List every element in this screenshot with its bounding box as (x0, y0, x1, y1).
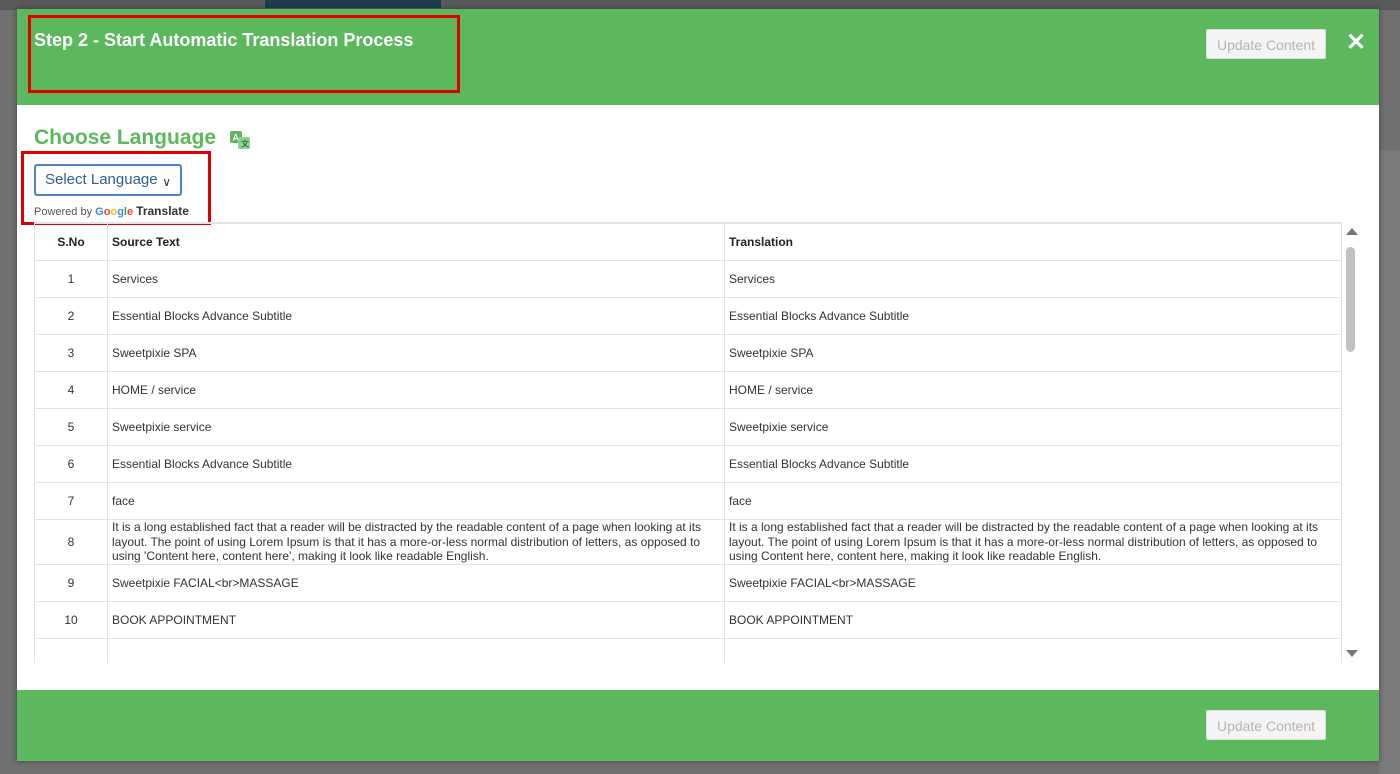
google-logo: Google (95, 206, 134, 218)
cell-sno: 5 (34, 408, 108, 446)
update-content-button-bottom[interactable]: Update Content (1206, 710, 1326, 740)
cell-source: Sweetpixie FACIAL<br>MASSAGE (107, 563, 725, 602)
chevron-down-icon: ∨ (162, 175, 171, 189)
select-language-label: Select Language (45, 171, 158, 188)
cell-sno: 7 (34, 482, 108, 520)
choose-language-title: Choose Language (34, 126, 217, 149)
powered-by-prefix: Powered by (34, 206, 93, 218)
cell-translation[interactable]: BOOK APPOINTMENT (724, 600, 1342, 639)
cell-source: HOME / service (107, 371, 725, 409)
table-row: 10 BOOK APPOINTMENT BOOK APPOINTMENT (34, 600, 1342, 639)
cell-sno-empty (34, 637, 108, 663)
cell-sno: 4 (34, 371, 108, 409)
cell-source: It is a long established fact that a rea… (107, 519, 725, 565)
background-tab (265, 0, 441, 8)
cell-sno: 3 (34, 334, 108, 372)
table-row: 4 HOME / service HOME / service (34, 371, 1342, 409)
cell-source: Essential Blocks Advance Subtitle (107, 297, 725, 335)
cell-source: Essential Blocks Advance Subtitle (107, 445, 725, 483)
table-row: 5 Sweetpixie service Sweetpixie service (34, 408, 1342, 446)
close-icon[interactable]: ✕ (1345, 31, 1367, 55)
table-row: 3 Sweetpixie SPA Sweetpixie SPA (34, 334, 1342, 372)
table-header-row: S.No Source Text Translation (34, 223, 1342, 261)
svg-text:A: A (233, 133, 240, 143)
table-row-partial (34, 637, 1342, 663)
table-scrollbar[interactable] (1344, 223, 1358, 661)
table-row: 7 face face (34, 482, 1342, 520)
cell-translation[interactable]: Sweetpixie service (724, 408, 1342, 446)
modal-header: Step 2 - Start Automatic Translation Pro… (17, 9, 1379, 105)
cell-sno: 8 (34, 519, 108, 565)
powered-by-google: Powered by Google Translate (34, 204, 189, 218)
cell-sno: 6 (34, 445, 108, 483)
cell-translation-empty (724, 637, 1342, 663)
cell-source: Sweetpixie service (107, 408, 725, 446)
cell-translation[interactable]: Sweetpixie FACIAL<br>MASSAGE (724, 563, 1342, 602)
cell-source: face (107, 482, 725, 520)
translation-modal: Step 2 - Start Automatic Translation Pro… (17, 9, 1379, 761)
cell-translation[interactable]: Sweetpixie SPA (724, 334, 1342, 372)
select-language-dropdown[interactable]: Select Language ∨ (34, 164, 182, 196)
table-row: 1 Services Services (34, 260, 1342, 298)
translation-table-container[interactable]: S.No Source Text Translation 1 Services Se… (34, 222, 1342, 663)
scroll-up-arrow-icon[interactable] (1346, 228, 1358, 235)
update-content-button-top[interactable]: Update Content (1206, 29, 1326, 59)
cell-source: Sweetpixie SPA (107, 334, 725, 372)
cell-translation[interactable]: Essential Blocks Advance Subtitle (724, 445, 1342, 483)
cell-sno: 2 (34, 297, 108, 335)
translation-table: S.No Source Text Translation 1 Services Se… (34, 223, 1342, 663)
modal-footer: Update Content (17, 690, 1379, 761)
svg-text:文: 文 (241, 139, 250, 149)
cell-sno: 1 (34, 260, 108, 298)
table-row: 8 It is a long established fact that a re… (34, 519, 1342, 565)
table-row: 2 Essential Blocks Advance Subtitle Essent… (34, 297, 1342, 335)
cell-translation[interactable]: Services (724, 260, 1342, 298)
header-sno: S.No (34, 223, 108, 261)
cell-translation[interactable]: face (724, 482, 1342, 520)
cell-sno: 9 (34, 563, 108, 602)
cell-source-empty (107, 637, 725, 663)
table-row: 9 Sweetpixie FACIAL<br>MASSAGE Sweetpixie … (34, 563, 1342, 602)
scroll-thumb[interactable] (1346, 247, 1355, 352)
cell-source: BOOK APPOINTMENT (107, 600, 725, 639)
scroll-down-arrow-icon[interactable] (1346, 650, 1358, 657)
header-source-text: Source Text (107, 223, 725, 261)
powered-by-suffix: Translate (136, 204, 189, 218)
background-right-strip (1379, 150, 1400, 774)
table-row: 6 Essential Blocks Advance Subtitle Essent… (34, 445, 1342, 483)
cell-translation[interactable]: It is a long established fact that a rea… (724, 519, 1342, 565)
cell-source: Services (107, 260, 725, 298)
title-highlight-box (28, 15, 460, 93)
cell-translation[interactable]: HOME / service (724, 371, 1342, 409)
cell-sno: 10 (34, 600, 108, 639)
translate-icon: A 文 (230, 131, 250, 149)
header-translation: Translation (724, 223, 1342, 261)
cell-translation[interactable]: Essential Blocks Advance Subtitle (724, 297, 1342, 335)
